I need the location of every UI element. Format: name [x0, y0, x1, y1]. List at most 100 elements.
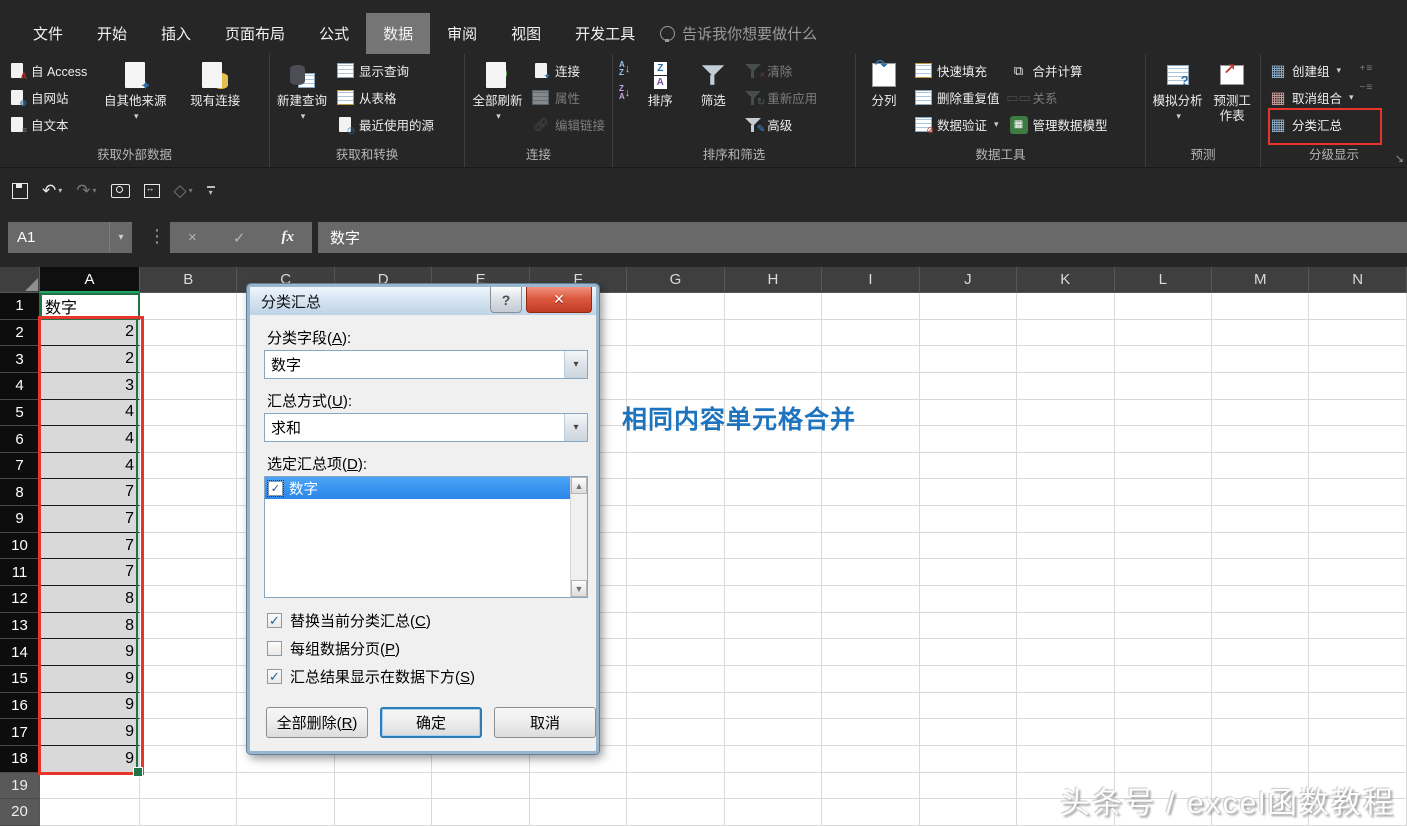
tab-插入[interactable]: 插入	[144, 13, 208, 54]
row-header-11[interactable]: 11	[0, 559, 40, 587]
cell-L10[interactable]	[1114, 532, 1212, 560]
list-scrollbar[interactable]: ▲ ▼	[570, 477, 587, 597]
cell-K16[interactable]	[1017, 692, 1115, 720]
cell-I2[interactable]	[822, 319, 920, 347]
row-header-4[interactable]: 4	[0, 372, 40, 400]
cell-A3[interactable]: 2	[40, 346, 140, 373]
cell-J8[interactable]	[919, 479, 1018, 507]
cell-N3[interactable]	[1309, 346, 1407, 373]
cell-B9[interactable]	[140, 506, 238, 533]
cell-I7[interactable]	[822, 452, 920, 480]
cell-G14[interactable]	[627, 639, 725, 666]
cell-G15[interactable]	[627, 665, 725, 693]
cell-G19[interactable]	[627, 772, 725, 800]
cell-J11[interactable]	[919, 559, 1018, 587]
row-header-5[interactable]: 5	[0, 399, 40, 427]
cell-G9[interactable]	[627, 506, 725, 533]
cell-N7[interactable]	[1309, 452, 1407, 480]
cell-A15[interactable]: 9	[40, 665, 140, 693]
row-header-10[interactable]: 10	[0, 532, 40, 560]
cell-I16[interactable]	[822, 692, 920, 720]
cell-A7[interactable]: 4	[40, 452, 140, 480]
cell-A16[interactable]: 9	[40, 692, 140, 720]
cell-A13[interactable]: 8	[40, 612, 140, 640]
cell-L2[interactable]	[1114, 319, 1212, 347]
combo-dropdown-icon[interactable]: ▾	[564, 414, 587, 441]
cell-B6[interactable]	[140, 426, 238, 453]
cell-L13[interactable]	[1114, 612, 1212, 640]
cell-J17[interactable]	[919, 719, 1018, 746]
sort-ascending-icon[interactable]: A Z ↓	[619, 61, 630, 77]
cell-K12[interactable]	[1017, 586, 1115, 613]
cell-N2[interactable]	[1309, 319, 1407, 347]
cell-K17[interactable]	[1017, 719, 1115, 746]
checkbox[interactable]	[267, 641, 282, 656]
cell-N11[interactable]	[1309, 559, 1407, 587]
cell-J2[interactable]	[919, 319, 1018, 347]
combo-dropdown-icon[interactable]: ▾	[564, 351, 587, 378]
tab-页面布局[interactable]: 页面布局	[208, 13, 302, 54]
cell-H14[interactable]	[724, 639, 823, 666]
cell-N6[interactable]	[1309, 426, 1407, 453]
column-header-G[interactable]: G	[627, 267, 725, 293]
cell-K1[interactable]	[1017, 293, 1115, 320]
cell-J7[interactable]	[919, 452, 1018, 480]
cell-I12[interactable]	[822, 586, 920, 613]
cell-L3[interactable]	[1114, 346, 1212, 373]
forecast-sheet-button[interactable]: ↗ 预测工作表	[1209, 57, 1255, 124]
from-other-sources-button[interactable]: ✦ 自其他来源 ▾	[95, 57, 175, 124]
formula-bar-splitter[interactable]: ⋮	[148, 226, 166, 247]
cell-K13[interactable]	[1017, 612, 1115, 640]
consolidate-button[interactable]: ⧉ 合并计算	[1008, 57, 1110, 84]
cell-F20[interactable]	[529, 799, 628, 826]
row-header-19[interactable]: 19	[0, 772, 40, 800]
cell-B11[interactable]	[140, 559, 238, 587]
existing-connections-button[interactable]: 现有连接	[181, 57, 249, 109]
cell-I8[interactable]	[822, 479, 920, 507]
cell-K9[interactable]	[1017, 506, 1115, 533]
cell-I10[interactable]	[822, 532, 920, 560]
cell-H17[interactable]	[724, 719, 823, 746]
cell-L16[interactable]	[1114, 692, 1212, 720]
row-header-17[interactable]: 17	[0, 719, 40, 746]
item-checkbox[interactable]: ✓	[267, 479, 284, 497]
undo-button[interactable]: ↶ ▾	[42, 181, 62, 201]
cell-L6[interactable]	[1114, 426, 1212, 453]
cell-K4[interactable]	[1017, 372, 1115, 400]
cell-M9[interactable]	[1211, 506, 1310, 533]
cell-B5[interactable]	[140, 399, 238, 427]
cell-L4[interactable]	[1114, 372, 1212, 400]
ok-button[interactable]: 确定	[380, 707, 482, 738]
row-header-1[interactable]: 1	[0, 293, 40, 320]
tab-开始[interactable]: 开始	[80, 13, 144, 54]
cell-D19[interactable]	[334, 772, 433, 800]
cell-K2[interactable]	[1017, 319, 1115, 347]
show-queries-button[interactable]: 显示查询	[334, 57, 436, 84]
cell-A2[interactable]: 2	[40, 319, 140, 347]
cell-B13[interactable]	[140, 612, 238, 640]
cell-H16[interactable]	[724, 692, 823, 720]
text-to-columns-button[interactable]: ↷ 分列	[862, 57, 906, 109]
cell-M12[interactable]	[1211, 586, 1310, 613]
cell-G4[interactable]	[627, 372, 725, 400]
cell-N12[interactable]	[1309, 586, 1407, 613]
checkbox[interactable]: ✓	[267, 613, 282, 628]
cell-H2[interactable]	[724, 319, 823, 347]
connections-button[interactable]: ✦ 连接	[530, 57, 607, 84]
column-header-M[interactable]: M	[1211, 267, 1310, 293]
cell-J10[interactable]	[919, 532, 1018, 560]
cell-H9[interactable]	[724, 506, 823, 533]
cell-H20[interactable]	[724, 799, 823, 826]
window-button[interactable]	[143, 183, 160, 198]
cell-N4[interactable]	[1309, 372, 1407, 400]
cell-G16[interactable]	[627, 692, 725, 720]
cell-G13[interactable]	[627, 612, 725, 640]
cell-M3[interactable]	[1211, 346, 1310, 373]
row-header-12[interactable]: 12	[0, 586, 40, 613]
cell-N17[interactable]	[1309, 719, 1407, 746]
row-header-6[interactable]: 6	[0, 426, 40, 453]
row-header-13[interactable]: 13	[0, 612, 40, 640]
column-header-I[interactable]: I	[822, 267, 920, 293]
cell-N5[interactable]	[1309, 399, 1407, 427]
name-box[interactable]: A1 ▾	[8, 222, 132, 253]
